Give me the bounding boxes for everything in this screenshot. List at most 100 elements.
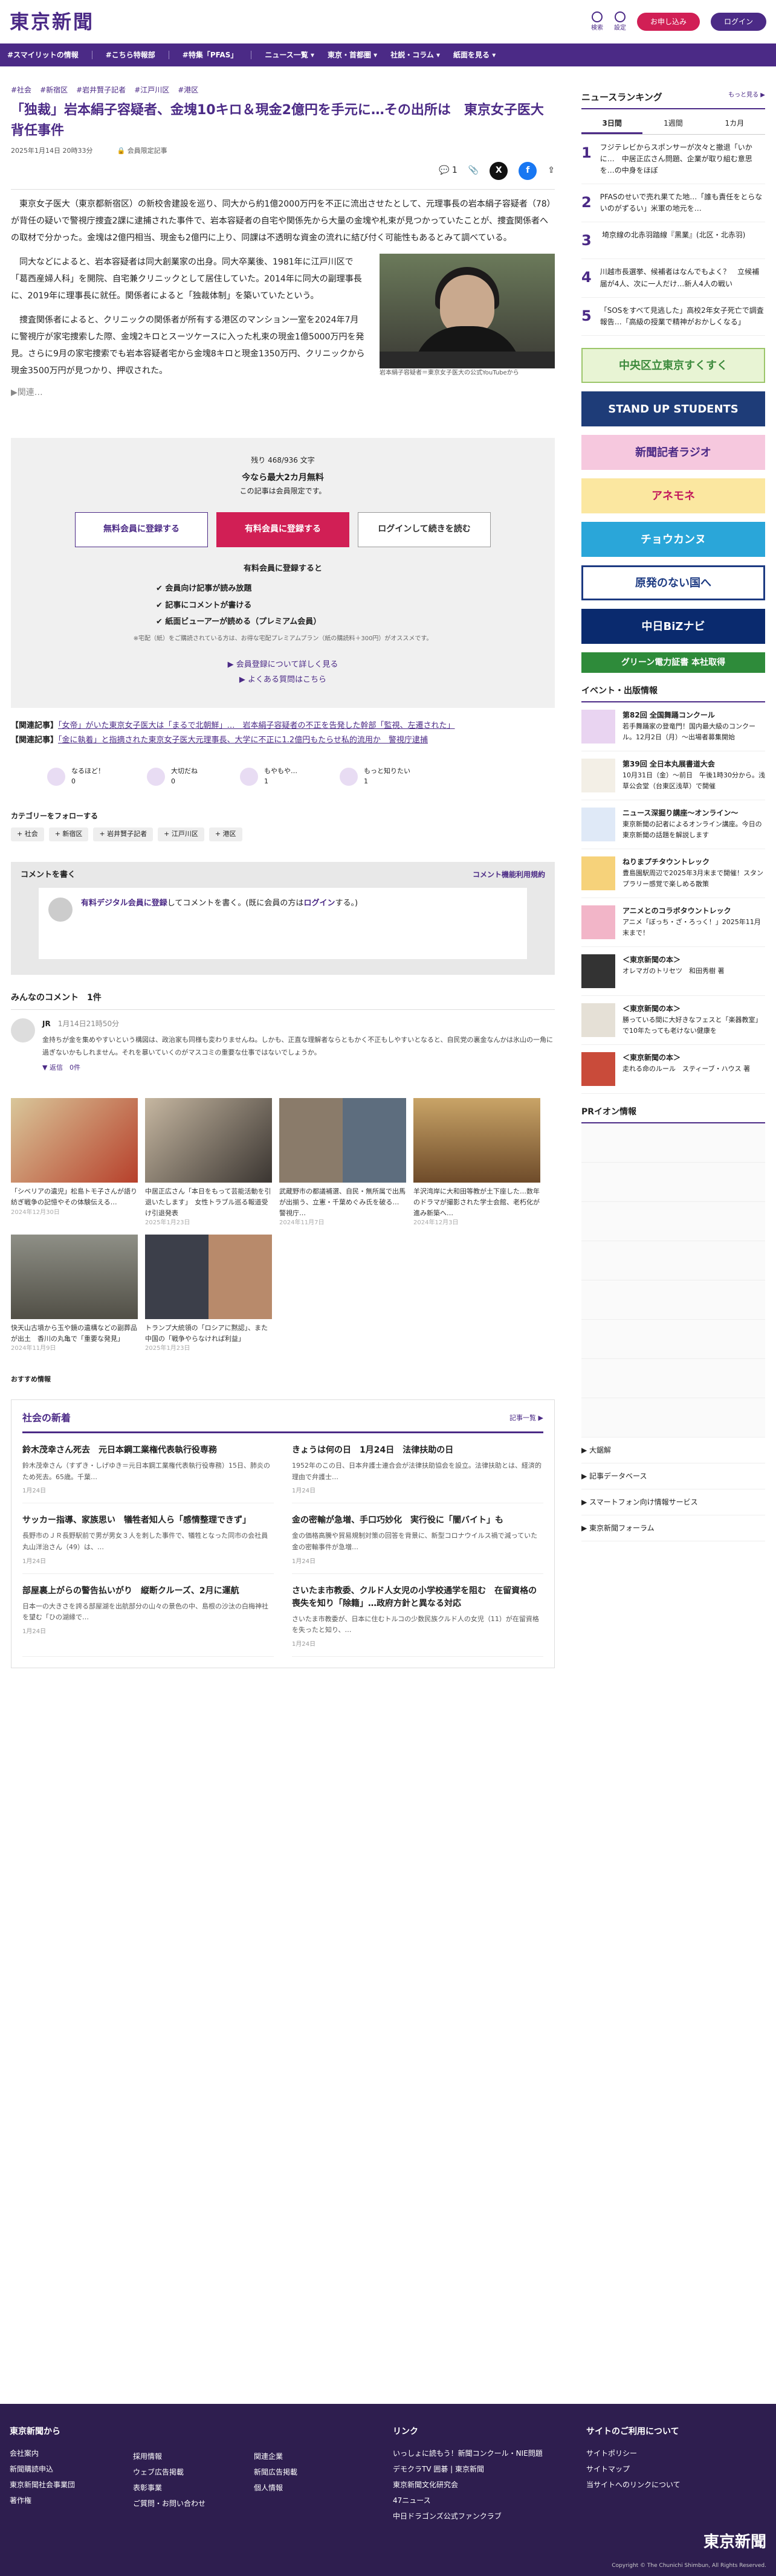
footer-link[interactable]: 当サイトへのリンクについて [586, 2479, 681, 2490]
event-item[interactable]: ＜東京新聞の本＞ 走れる命のルール スティーブ・ハウス 著 [581, 1045, 765, 1094]
reply-toggle[interactable]: ▼ 返信 0件 [42, 1063, 555, 1073]
footer-link[interactable]: いっしょに読もう！新聞コンクール・NIE問題 [393, 2448, 543, 2459]
side-link[interactable]: ▶ 東京新聞フォーラム [581, 1515, 765, 1542]
footer-link[interactable]: サイトマップ [586, 2464, 681, 2475]
follow-chip[interactable]: + 新宿区 [48, 827, 89, 841]
footer-link[interactable]: ウェブ広告掲載 [133, 2467, 205, 2478]
article-list-link[interactable]: 記事一覧 ▶ [509, 1413, 543, 1424]
side-link[interactable]: ▶ 記事データベース [581, 1463, 765, 1490]
tag-link[interactable]: #江戸川区 [134, 85, 169, 95]
membership-info-link[interactable]: ▶ 会員登録について詳しく見る [11, 659, 555, 671]
nav-item[interactable]: 東京・首都圏 ▾ [328, 50, 377, 60]
photo-news-item[interactable]: 「シベリアの遺児」松島トモ子さんが語り紡ぎ戦争の記憶やその体験伝える… 2024年… [11, 1098, 138, 1227]
footer-link[interactable]: 関連企業 [254, 2451, 297, 2462]
footer-link[interactable]: 会社案内 [10, 2448, 75, 2459]
settings-button[interactable]: 設定 [614, 11, 626, 33]
news-item[interactable]: サッカー指導、家族思い 犠牲者知人ら「感情整理できず」 長野市のＪＲ長野駅前で男が… [22, 1503, 274, 1574]
reaction-button[interactable]: もやもや… 1 [240, 766, 297, 786]
ranking-more-link[interactable]: もっと見る ▶ [728, 91, 765, 104]
footer-link[interactable]: 採用情報 [133, 2451, 205, 2462]
event-item[interactable]: ねりまプチタウントレック 豊島園駅周辺で2025年3月末まで開催！スタンプラリー感… [581, 849, 765, 899]
footer-link[interactable]: 東京新聞社会事業団 [10, 2479, 75, 2490]
tab-1month[interactable]: 1カ月 [704, 114, 765, 134]
banner-anemone[interactable]: アネモネ [581, 478, 765, 514]
photo-news-item[interactable]: トランプ大統領の「ロシアに黙認」、また中国の「戦争やらなければ利益」 2025年1… [145, 1235, 272, 1353]
banner-biznavi[interactable]: 中日BiZナビ [581, 609, 765, 644]
follow-chip[interactable]: + 江戸川区 [158, 827, 204, 841]
ranking-item[interactable]: 4 川越市長選挙、候補者はなんでもよく？ 立候補届が4人、次に一人だけ…新人4人の… [581, 259, 765, 298]
news-item[interactable]: 金の密輸が急増、手口巧妙化 実行役に「闇バイト」も 金の価格高騰や貿易規制対策の回… [292, 1503, 543, 1574]
tag-link[interactable]: #岩井賢子記者 [76, 85, 126, 95]
follow-chip[interactable]: + 社会 [11, 827, 44, 841]
event-item[interactable]: 第39回 全日本丸展書道大会 10月31日（金）～前日 午後1時30分から。浅草公… [581, 751, 765, 801]
article-photo[interactable]: 岩本絹子容疑者＝東京女子医大の公式YouTubeから [380, 253, 555, 377]
banner-standup[interactable]: STAND UP STUDENTS [581, 391, 765, 427]
event-item[interactable]: アニメとのコラボタウントレック アニメ「ぼっち・ざ・ろっく！」2025年11月末ま… [581, 898, 765, 948]
footer-link[interactable]: 東京新聞文化研究会 [393, 2479, 543, 2490]
faq-link[interactable]: ▶ よくある質問はこちら [11, 674, 555, 686]
photo-news-item[interactable]: 中居正広さん「本日をもって芸能活動を引退いたします」 女性トラブル巡る報道受け引… [145, 1098, 272, 1227]
news-item[interactable]: さいたま市教委、クルド人女児の小学校通学を阻む 在留資格の喪失を知り「除籍」…政… [292, 1574, 543, 1657]
footer-link[interactable]: 中日ドラゴンズ公式ファンクラブ [393, 2511, 543, 2522]
footer-link[interactable]: サイトポリシー [586, 2448, 681, 2459]
nav-item[interactable]: #特集「PFAS」 [183, 50, 238, 60]
nav-item[interactable]: #こちら特報部 [106, 50, 155, 60]
ranking-item[interactable]: 1 フジテレビからスポンサーが次々と撤退「いかに… 中居正広さん問題、企業が取り組… [581, 135, 765, 185]
footer-link[interactable]: 47ニュース [393, 2495, 543, 2506]
free-register-button[interactable]: 無料会員に登録する [75, 512, 208, 547]
banner-genpatsu[interactable]: 原発のない国へ [581, 565, 765, 601]
related-link[interactable]: 「女帝」がいた東京女子医大は「まるで北朝鮮」… 岩本絹子容疑者の不正を告発した幹… [58, 721, 455, 730]
site-logo[interactable]: 東京新聞 [10, 7, 94, 36]
tab-1week[interactable]: 1週間 [642, 114, 703, 134]
event-item[interactable]: ＜東京新聞の本＞ 勝っている間に大好きなフェスと「楽器教室」で10年たっても老けな… [581, 996, 765, 1045]
footer-link[interactable]: 個人情報 [254, 2482, 297, 2493]
share-icon[interactable]: ⇪ [548, 164, 555, 177]
photo-news-item[interactable]: 羊沢湾岸に大和田等教が土下座した…数年のドラマが撮影された学士会館、老朽化が進み… [413, 1098, 540, 1227]
clip-icon[interactable]: 📎 [468, 164, 479, 177]
banner-radio[interactable]: 新聞記者ラジオ [581, 435, 765, 471]
footer-link[interactable]: ご質問・お問い合わせ [133, 2498, 205, 2509]
footer-link[interactable]: 表彰事業 [133, 2482, 205, 2493]
related-link[interactable]: 「金に執着」と指摘された東京女子医大元理事長、大学に不正に1.2億円もたらせ私的… [58, 736, 428, 745]
nav-item[interactable]: ニュース一覧 ▾ [265, 50, 314, 60]
footer-link[interactable]: 新聞購読申込 [10, 2464, 75, 2475]
comment-input[interactable]: 有料デジタル会員に登録してコメントを書く。(既に会員の方はログインする。) [39, 888, 527, 960]
side-link[interactable]: ▶ スマートフォン向け情報サービス [581, 1489, 765, 1516]
tag-link[interactable]: #新宿区 [40, 85, 68, 95]
footer-link[interactable]: 新聞広告掲載 [254, 2467, 297, 2478]
login-continue-button[interactable]: ログインして続きを読む [358, 512, 491, 547]
tag-link[interactable]: #港区 [178, 85, 198, 95]
nav-item[interactable]: 紙面を見る ▾ [453, 50, 496, 60]
photo-news-item[interactable]: 快天山古墳から玉や鏡の遺構などの副葬品が出土 香川の丸亀で「重要な発見」 2024… [11, 1235, 138, 1353]
footer-link[interactable]: デモクラTV 囲碁 | 東京新聞 [393, 2464, 543, 2475]
login-button[interactable]: ログイン [710, 13, 766, 31]
x-share-icon[interactable]: X [490, 161, 508, 180]
side-link[interactable]: ▶ 大鋸解 [581, 1437, 765, 1464]
ranking-item[interactable]: 3 埼京線の北赤羽踏線『黒業』(北区・北赤羽) [581, 222, 765, 260]
signup-button[interactable]: お申し込み [636, 13, 700, 31]
follow-chip[interactable]: + 岩井賢子記者 [93, 827, 154, 841]
facebook-share-icon[interactable]: f [519, 161, 537, 180]
footer-logo[interactable]: 東京新聞 [703, 2531, 766, 2554]
tab-3days[interactable]: 3日間 [581, 114, 643, 134]
event-item[interactable]: 第82回 全国舞踊コンクール 若手舞踊家の登竜門！国内最大級のコンクール。12月2… [581, 702, 765, 752]
reaction-button[interactable]: なるほど！ 0 [47, 766, 105, 786]
comment-rules-link[interactable]: コメント機能利用規約 [473, 869, 545, 881]
banner-sukusuku[interactable]: 中央区立東京すくすく [581, 348, 765, 384]
search-button[interactable]: 検索 [591, 11, 603, 33]
photo-news-item[interactable]: 武蔵野市の都議補選、自民・無所属で出馬が出揃う、立憲・千葉めぐみ氏を破る… 警視… [279, 1098, 406, 1227]
footer-link[interactable]: 著作権 [10, 2495, 75, 2506]
banner-chokan[interactable]: チョウカンヌ [581, 522, 765, 557]
ranking-item[interactable]: 2 PFASのせいで売れ果てた地…「誰も責任をとらないのがずるい」米軍の地元を… [581, 184, 765, 223]
tag-link[interactable]: #社会 [11, 85, 31, 95]
event-item[interactable]: ニュース深掘り講座〜オンライン〜 東京新聞の記者によるオンライン講座。今日の東京新… [581, 800, 765, 850]
reaction-button[interactable]: もっと知りたい 1 [340, 766, 410, 786]
comment-count[interactable]: 💬 1 [439, 164, 458, 177]
nav-item[interactable]: 社説・コラム ▾ [390, 50, 440, 60]
pr-list[interactable] [581, 1123, 765, 1438]
nav-item[interactable]: #スマイリットの情報 [7, 50, 79, 60]
news-item[interactable]: 鈴木茂幸さん死去 元日本鋼工業権代表執行役専務 鈴木茂幸さん（すずき・しげゆき＝元… [22, 1433, 274, 1504]
follow-chip[interactable]: + 港区 [209, 827, 242, 841]
reaction-button[interactable]: 大切だね 0 [147, 766, 198, 786]
news-item[interactable]: 部屋裏上がらの警告払いがり 縦断クルーズ、2月に運航 日本一の大きさを誇る部屋湖を… [22, 1574, 274, 1657]
